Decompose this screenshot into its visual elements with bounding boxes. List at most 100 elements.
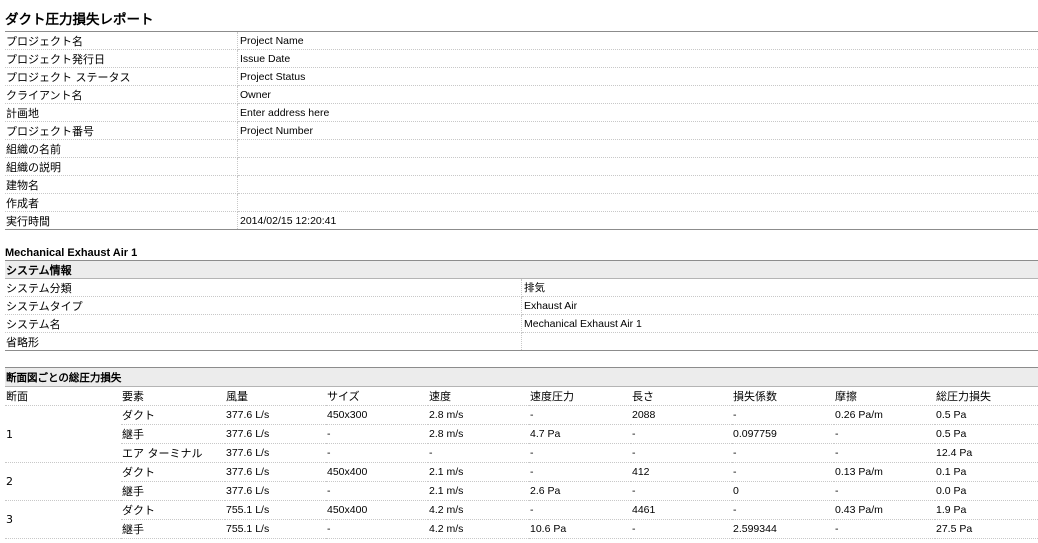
loss-coefficient-cell: - — [732, 500, 834, 520]
element-cell: ダクト — [121, 405, 225, 425]
friction-cell: 0.26 Pa/m — [834, 405, 935, 425]
project-info-value: Project Status — [237, 67, 1038, 86]
column-header: 摩擦 — [834, 386, 935, 406]
system-info-table: システム情報 システム分類 排気 システムタイプ Exhaust Air システム名… — [5, 260, 1038, 351]
table-row: プロジェクト名 Project Name — [5, 31, 1038, 50]
section-header: システム情報 — [5, 260, 1038, 279]
total-loss-cell: 0.5 Pa — [935, 405, 1038, 425]
project-info-value: Issue Date — [237, 49, 1038, 68]
velocity-pressure-cell: 10.6 Pa — [529, 519, 631, 539]
airflow-cell: 377.6 L/s — [225, 481, 326, 501]
element-cell: ダクト — [121, 462, 225, 482]
element-cell: 継手 — [121, 481, 225, 501]
table-row: 1 ダクト 377.6 L/s 450x300 2.8 m/s - 2088 -… — [5, 405, 1038, 463]
total-loss-cell: 27.5 Pa — [935, 519, 1038, 539]
length-cell: 412 — [631, 462, 732, 482]
system-info-value: 排気 — [521, 278, 1038, 297]
project-info-label: プロジェクト発行日 — [5, 49, 238, 68]
table-row: 組織の名前 — [5, 139, 1038, 158]
table-row: システムタイプ Exhaust Air — [5, 296, 1038, 315]
total-loss-cell: 1.9 Pa — [935, 500, 1038, 520]
table-row: プロジェクト発行日 Issue Date — [5, 49, 1038, 68]
table-row: システム名 Mechanical Exhaust Air 1 — [5, 314, 1038, 333]
system-info-label: システムタイプ — [5, 296, 522, 315]
velocity-pressure-cell: - — [529, 405, 631, 425]
column-header: 損失係数 — [732, 386, 834, 406]
table-row: 作成者 — [5, 193, 1038, 212]
size-cell: - — [326, 424, 428, 444]
project-info-value — [237, 193, 1038, 212]
total-loss-cell: 0.1 Pa — [935, 462, 1038, 482]
airflow-cell: 377.6 L/s — [225, 462, 326, 482]
project-info-value — [237, 139, 1038, 158]
velocity-cell: 4.2 m/s — [428, 500, 529, 520]
project-info-label: 作成者 — [5, 193, 238, 212]
system-info-label: システム分類 — [5, 278, 522, 297]
column-header: 要素 — [121, 386, 225, 406]
loss-coefficient-cell: - — [732, 443, 834, 463]
size-cell: - — [326, 519, 428, 539]
friction-cell: - — [834, 481, 935, 501]
table-row: 継手 377.6 L/s - 2.8 m/s 4.7 Pa - 0.097759… — [5, 424, 1038, 444]
project-info-value: Project Number — [237, 121, 1038, 140]
system-info-label: システム名 — [5, 314, 522, 333]
report-title: ダクト圧力損失レポート — [5, 12, 154, 28]
project-info-label: プロジェクト番号 — [5, 121, 238, 140]
system-info-value: Mechanical Exhaust Air 1 — [521, 314, 1038, 333]
friction-cell: - — [834, 519, 935, 539]
table-row: エア ターミナル 377.6 L/s - - - - - - 12.4 Pa — [5, 443, 1038, 463]
size-cell: - — [326, 481, 428, 501]
size-cell: 450x300 — [326, 405, 428, 425]
velocity-pressure-cell: - — [529, 462, 631, 482]
length-cell: - — [631, 424, 732, 444]
column-header-row: 断面 要素 風量 サイズ 速度 速度圧力 長さ 損失係数 摩擦 総圧力損失 — [5, 386, 1038, 406]
loss-coefficient-cell: 2.599344 — [732, 519, 834, 539]
friction-cell: - — [834, 443, 935, 463]
velocity-pressure-cell: - — [529, 443, 631, 463]
table-row: 建物名 — [5, 175, 1038, 194]
airflow-cell: 377.6 L/s — [225, 405, 326, 425]
section-header: 断面図ごとの総圧力損失 — [5, 367, 1038, 387]
table-row: 継手 377.6 L/s - 2.1 m/s 2.6 Pa - 0 - 0.0 … — [5, 481, 1038, 501]
column-header: 総圧力損失 — [935, 386, 1038, 406]
table-row: プロジェクト番号 Project Number — [5, 121, 1038, 140]
project-info-label: クライアント名 — [5, 85, 238, 104]
velocity-cell: 2.1 m/s — [428, 462, 529, 482]
length-cell: - — [631, 481, 732, 501]
velocity-cell: 2.1 m/s — [428, 481, 529, 501]
airflow-cell: 755.1 L/s — [225, 519, 326, 539]
length-cell: 4461 — [631, 500, 732, 520]
pressure-loss-title: 断面図ごとの総圧力損失 — [5, 367, 1038, 387]
velocity-cell: 2.8 m/s — [428, 424, 529, 444]
section-number: 2 — [5, 462, 121, 501]
table-row: 実行時間 2014/02/15 12:20:41 — [5, 211, 1038, 230]
total-loss-cell: 0.0 Pa — [935, 481, 1038, 501]
table-row: 3 ダクト 755.1 L/s 450x400 4.2 m/s - 4461 -… — [5, 500, 1038, 539]
element-cell: ダクト — [121, 500, 225, 520]
project-info-value: 2014/02/15 12:20:41 — [240, 214, 337, 227]
velocity-pressure-cell: 2.6 Pa — [529, 481, 631, 501]
project-info-label: 組織の説明 — [5, 157, 238, 176]
element-cell: 継手 — [121, 519, 225, 539]
project-info-value — [237, 175, 1038, 194]
project-info-label: 建物名 — [5, 175, 238, 194]
table-row: システム分類 排気 — [5, 278, 1038, 297]
size-cell: 450x400 — [326, 500, 428, 520]
column-header: 速度 — [428, 386, 529, 406]
element-cell: 継手 — [121, 424, 225, 444]
table-row: 計画地 Enter address here — [5, 103, 1038, 122]
project-info-table: プロジェクト名 Project Name プロジェクト発行日 Issue Date … — [5, 31, 1038, 230]
project-info-value — [237, 157, 1038, 176]
element-cell: エア ターミナル — [121, 443, 225, 463]
project-info-value: Project Name — [237, 31, 1038, 50]
total-loss-cell: 12.4 Pa — [935, 443, 1038, 463]
velocity-cell: - — [428, 443, 529, 463]
column-header: 速度圧力 — [529, 386, 631, 406]
loss-coefficient-cell: 0.097759 — [732, 424, 834, 444]
project-info-label: 組織の名前 — [5, 139, 238, 158]
project-info-label: 実行時間 — [5, 211, 238, 230]
system-info-value — [522, 333, 1038, 351]
total-loss-cell: 0.5 Pa — [935, 424, 1038, 444]
pressure-loss-table: 断面図ごとの総圧力損失 断面 要素 風量 サイズ 速度 速度圧力 長さ 損失係数… — [5, 367, 1038, 539]
velocity-cell: 2.8 m/s — [428, 405, 529, 425]
